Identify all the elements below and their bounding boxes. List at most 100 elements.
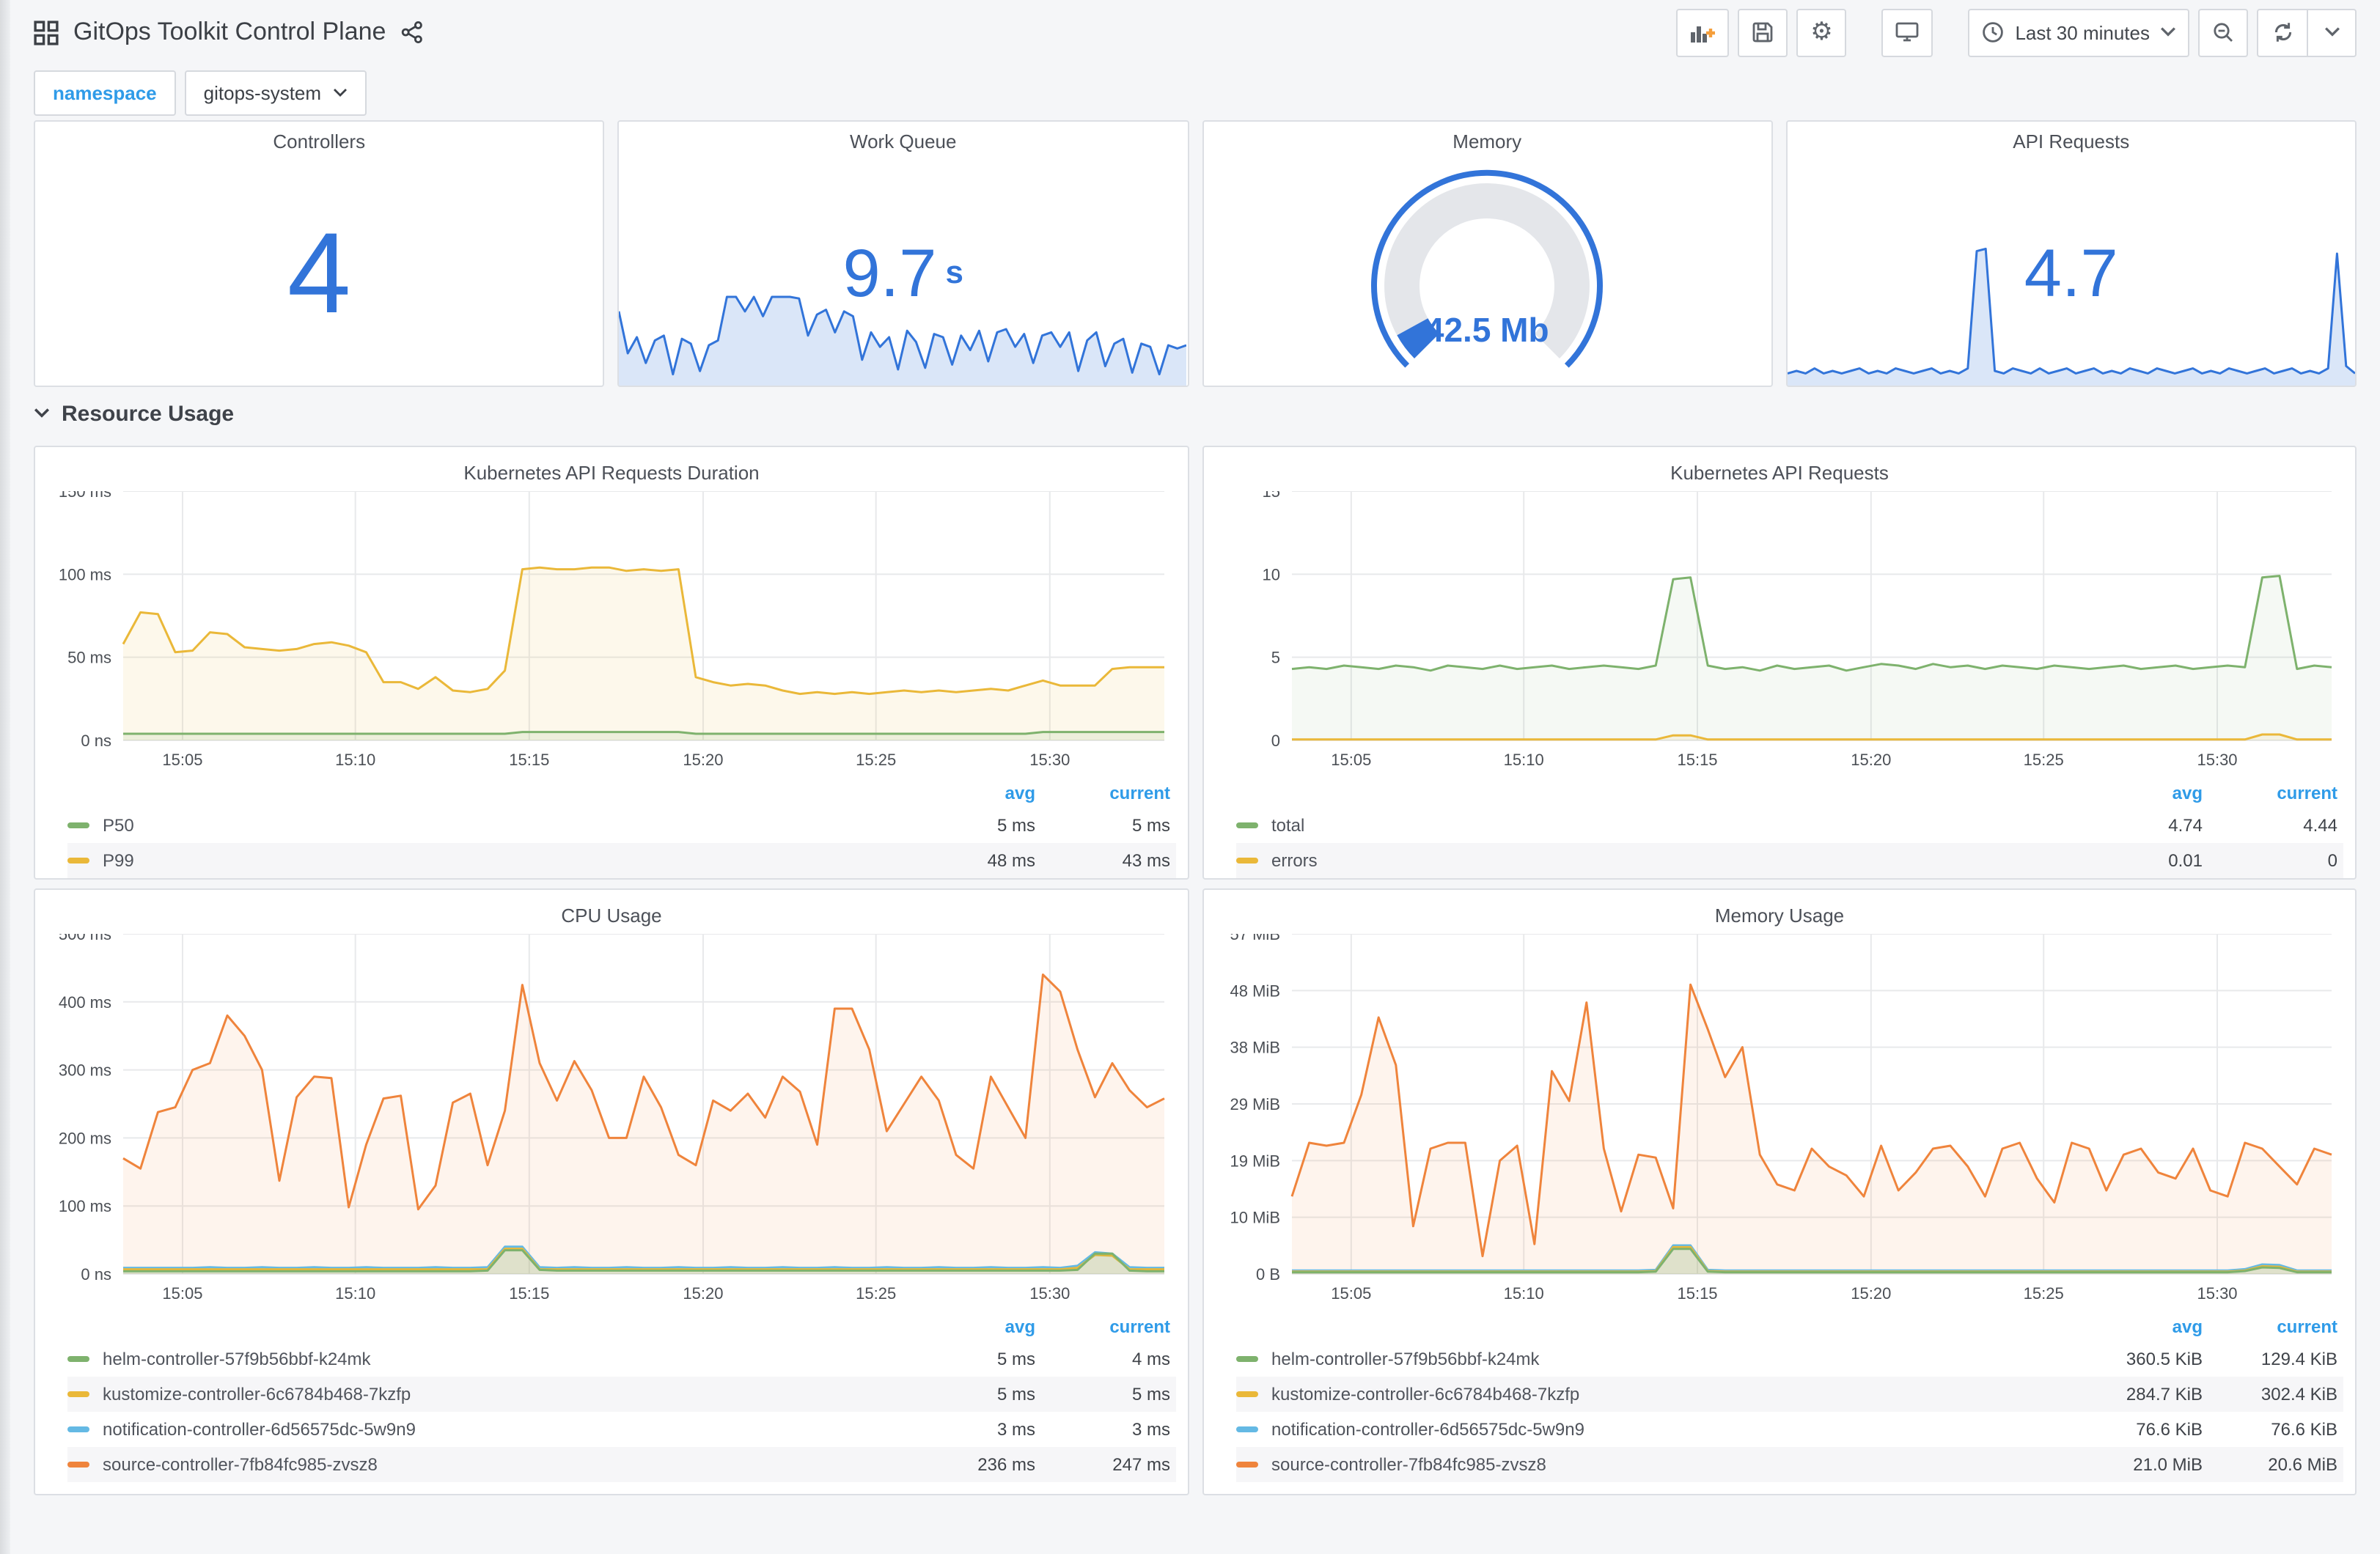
legend-col-avg[interactable]: avg bbox=[906, 783, 1035, 803]
series-color-dash bbox=[1236, 1391, 1258, 1397]
panel-title[interactable]: Kubernetes API Requests Duration bbox=[47, 453, 1176, 491]
series-name[interactable]: errors bbox=[1271, 850, 2074, 871]
legend-col-current[interactable]: current bbox=[2203, 1317, 2343, 1337]
panel-title[interactable]: Work Queue bbox=[620, 122, 1187, 160]
dashboard-settings-button[interactable]: ⚙ bbox=[1796, 8, 1847, 56]
page-title: GitOps Toolkit Control Plane bbox=[73, 18, 386, 45]
series-name[interactable]: kustomize-controller-6c6784b468-7kzfp bbox=[1271, 1384, 2074, 1404]
namespace-variable-select[interactable]: gitops-system bbox=[184, 70, 367, 115]
series-name[interactable]: P99 bbox=[103, 850, 906, 871]
series-color-dash bbox=[1236, 858, 1258, 863]
svg-text:15:05: 15:05 bbox=[162, 1284, 202, 1303]
legend-row[interactable]: P99 48 ms 43 ms bbox=[67, 843, 1176, 878]
svg-text:57 MiB: 57 MiB bbox=[1230, 934, 1280, 943]
panel-memory-usage: Memory Usage 0 B 10 MiB 19 MiB 29 MiB 38 MiB… bbox=[1202, 888, 2357, 1495]
legend-row[interactable]: P50 5 ms 5 ms bbox=[67, 808, 1176, 843]
series-avg-value: 76.6 KiB bbox=[2136, 1419, 2203, 1440]
svg-text:29 MiB: 29 MiB bbox=[1230, 1095, 1280, 1113]
chart-legend: avg current P50 5 ms 5 ms P99 48 ms 43 ms bbox=[47, 778, 1176, 878]
panel-k8s-api-requests: Kubernetes API Requests 0 5 10 15 15:05 15:10… bbox=[1202, 446, 2357, 880]
legend-col-current[interactable]: current bbox=[2203, 783, 2343, 803]
legend-row[interactable]: source-controller-7fb84fc985-zvsz8 21.0 M… bbox=[1236, 1447, 2343, 1482]
row-title: Resource Usage bbox=[62, 401, 235, 426]
save-dashboard-button[interactable] bbox=[1738, 8, 1788, 56]
legend-row[interactable]: helm-controller-57f9b56bbf-k24mk 360.5 Ki… bbox=[1236, 1341, 2343, 1377]
series-name[interactable]: helm-controller-57f9b56bbf-k24mk bbox=[1271, 1349, 2074, 1369]
series-name[interactable]: notification-controller-6d56575dc-5w9n9 bbox=[1271, 1419, 2074, 1440]
legend-col-avg[interactable]: avg bbox=[2074, 1317, 2203, 1337]
svg-text:15: 15 bbox=[1263, 491, 1280, 501]
legend-row[interactable]: helm-controller-57f9b56bbf-k24mk 5 ms 4 ms bbox=[67, 1341, 1176, 1377]
panel-memory-gauge: Memory 42.5 Mb bbox=[1202, 120, 1773, 387]
series-name[interactable]: P50 bbox=[103, 815, 906, 836]
refresh-interval-dropdown[interactable] bbox=[2307, 8, 2357, 56]
gear-icon: ⚙ bbox=[1810, 17, 1833, 46]
legend-row[interactable]: errors 0.01 0 bbox=[1236, 843, 2343, 878]
panel-title[interactable]: Memory bbox=[1203, 122, 1771, 160]
clock-icon bbox=[1981, 21, 2005, 44]
panel-title[interactable]: API Requests bbox=[1788, 122, 2355, 160]
panel-work-queue: Work Queue 9.7 s bbox=[617, 120, 1189, 387]
memory-usage-chart[interactable]: 0 B 10 MiB 19 MiB 29 MiB 38 MiB 48 MiB 57 MiB 1… bbox=[1216, 925, 2343, 1306]
k8s-api-requests-chart[interactable]: 0 5 10 15 15:05 15:10 15:15 15:20 15:25 15:30 bbox=[1216, 482, 2343, 773]
svg-text:50 ms: 50 ms bbox=[67, 649, 111, 667]
series-name[interactable]: kustomize-controller-6c6784b468-7kzfp bbox=[103, 1384, 906, 1404]
cycle-view-mode-button[interactable] bbox=[1881, 8, 1933, 56]
series-name[interactable]: source-controller-7fb84fc985-zvsz8 bbox=[103, 1454, 906, 1475]
svg-text:15:25: 15:25 bbox=[2024, 1284, 2064, 1303]
legend-row[interactable]: total 4.74 4.44 bbox=[1236, 808, 2343, 843]
svg-text:15:05: 15:05 bbox=[1331, 751, 1371, 769]
series-avg-value: 3 ms bbox=[996, 1419, 1035, 1440]
row-resource-usage[interactable]: Resource Usage bbox=[34, 390, 2357, 437]
series-avg-value: 48 ms bbox=[987, 850, 1035, 871]
series-avg-value: 4.74 bbox=[2168, 815, 2203, 836]
svg-text:0 ns: 0 ns bbox=[81, 1265, 111, 1284]
panel-title[interactable]: Controllers bbox=[35, 122, 603, 160]
svg-text:500 ms: 500 ms bbox=[59, 934, 111, 943]
dashboard-grid-icon[interactable] bbox=[34, 20, 59, 45]
series-name[interactable]: helm-controller-57f9b56bbf-k24mk bbox=[103, 1349, 906, 1369]
panel-k8s-api-requests-duration: Kubernetes API Requests Duration 0 ns 50 … bbox=[34, 446, 1189, 880]
series-current-value: 5 ms bbox=[1131, 815, 1170, 836]
k8s-api-requests-duration-chart[interactable]: 0 ns 50 ms 100 ms 150 ms 15:05 15:10 15:15 15:2… bbox=[47, 482, 1176, 773]
variables-row: namespace gitops-system bbox=[34, 65, 2357, 120]
series-avg-value: 0.01 bbox=[2168, 850, 2203, 871]
legend-col-current[interactable]: current bbox=[1035, 1317, 1176, 1337]
svg-text:0 ns: 0 ns bbox=[81, 732, 111, 750]
legend-row[interactable]: kustomize-controller-6c6784b468-7kzfp 5 m… bbox=[67, 1377, 1176, 1412]
legend-col-current[interactable]: current bbox=[1035, 783, 1176, 803]
legend-row[interactable]: notification-controller-6d56575dc-5w9n9 3… bbox=[67, 1412, 1176, 1447]
memory-gauge: 42.5 Mb bbox=[1203, 160, 1771, 386]
legend-header: avg current bbox=[1236, 1312, 2343, 1341]
series-current-value: 43 ms bbox=[1122, 850, 1170, 871]
svg-text:15:30: 15:30 bbox=[1029, 1284, 1070, 1303]
series-name[interactable]: total bbox=[1271, 815, 2074, 836]
panel-title[interactable]: Memory Usage bbox=[1216, 896, 2343, 934]
svg-text:15:20: 15:20 bbox=[683, 751, 723, 769]
svg-text:400 ms: 400 ms bbox=[59, 993, 111, 1012]
svg-text:100 ms: 100 ms bbox=[59, 1197, 111, 1215]
series-current-value: 247 ms bbox=[1112, 1454, 1170, 1475]
legend-col-avg[interactable]: avg bbox=[2074, 783, 2203, 803]
series-color-dash bbox=[67, 1391, 89, 1397]
legend-col-avg[interactable]: avg bbox=[906, 1317, 1035, 1337]
panel-title[interactable]: CPU Usage bbox=[47, 896, 1176, 934]
legend-row[interactable]: kustomize-controller-6c6784b468-7kzfp 284… bbox=[1236, 1377, 2343, 1412]
add-panel-button[interactable] bbox=[1676, 8, 1730, 56]
charts-row-bottom: CPU Usage 0 ns 100 ms 200 ms 300 ms 400 ms 50… bbox=[34, 888, 2357, 1495]
series-current-value: 0 bbox=[2327, 850, 2337, 871]
zoom-out-button[interactable] bbox=[2198, 8, 2248, 56]
series-name[interactable]: source-controller-7fb84fc985-zvsz8 bbox=[1271, 1454, 2074, 1475]
time-range-label: Last 30 minutes bbox=[2015, 21, 2150, 43]
panel-title[interactable]: Kubernetes API Requests bbox=[1216, 453, 2343, 491]
legend-row[interactable]: notification-controller-6d56575dc-5w9n9 7… bbox=[1236, 1412, 2343, 1447]
cpu-usage-chart[interactable]: 0 ns 100 ms 200 ms 300 ms 400 ms 500 ms 15:05 1… bbox=[47, 925, 1176, 1306]
svg-text:15:05: 15:05 bbox=[162, 751, 202, 769]
legend-row[interactable]: source-controller-7fb84fc985-zvsz8 236 ms… bbox=[67, 1447, 1176, 1482]
share-icon[interactable] bbox=[400, 21, 424, 44]
svg-text:19 MiB: 19 MiB bbox=[1230, 1152, 1280, 1170]
time-range-picker[interactable]: Last 30 minutes bbox=[1968, 8, 2189, 56]
series-name[interactable]: notification-controller-6d56575dc-5w9n9 bbox=[103, 1419, 906, 1440]
series-color-dash bbox=[67, 858, 89, 863]
refresh-button[interactable] bbox=[2257, 8, 2307, 56]
